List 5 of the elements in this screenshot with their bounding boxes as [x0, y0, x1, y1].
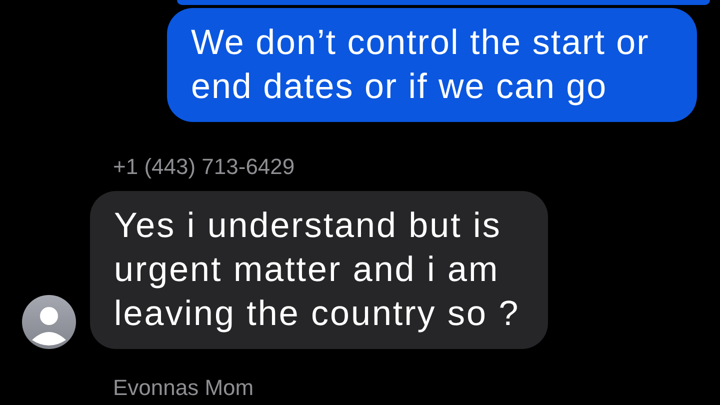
sender-name: +1 (443) 713-6429 [113, 155, 296, 179]
sender-name: Evonnas Mom [113, 376, 255, 400]
avatar-icon [22, 295, 76, 349]
message-bubble: Yes i understand but is urgent matter and i am leaving the country so ? [90, 191, 548, 349]
message-bubble: We don’t control the start or end dates or if we can go [167, 8, 697, 122]
